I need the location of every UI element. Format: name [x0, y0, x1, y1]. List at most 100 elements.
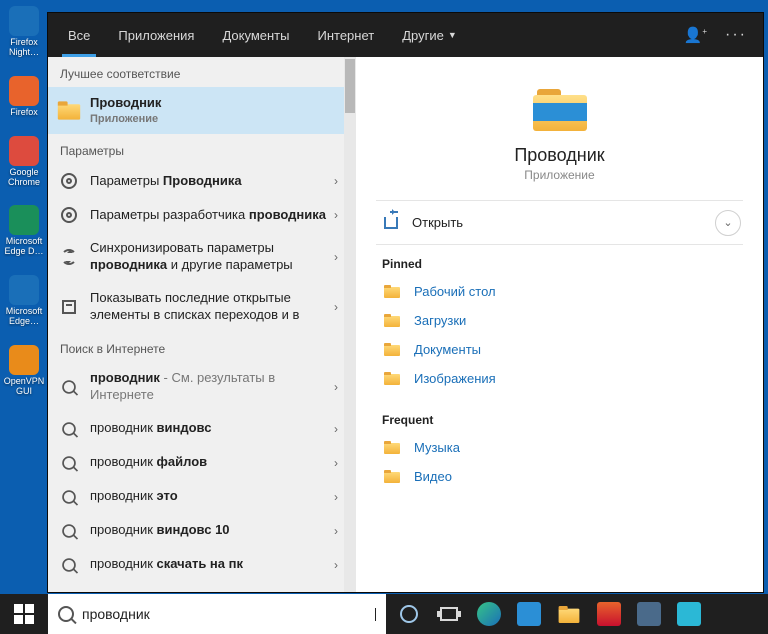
expand-button[interactable]: ⌄ [715, 210, 741, 236]
folder-link[interactable]: Рабочий стол [382, 277, 737, 306]
tab-label: Все [68, 28, 90, 43]
preview-title: Проводник [514, 145, 604, 166]
tab-label: Приложения [118, 28, 194, 43]
search-icon [60, 378, 78, 396]
taskbar-app-photos[interactable] [636, 601, 662, 627]
file-explorer-icon [533, 87, 587, 131]
desktop-icon[interactable]: Microsoft Edge… [2, 275, 46, 327]
more-icon[interactable]: ··· [725, 26, 747, 44]
section-settings: Параметры [48, 134, 356, 164]
chevron-right-icon: › [334, 300, 338, 314]
folder-icon [384, 343, 400, 356]
app-icon [9, 205, 39, 235]
result-web[interactable]: проводник скачать на пк› [48, 548, 356, 582]
folder-link[interactable]: Видео [382, 462, 737, 491]
result-title: проводник виндовс 10 [90, 522, 332, 539]
result-setting[interactable]: Показывать последние открытые элементы в… [48, 282, 356, 332]
results-list: Лучшее соответствие ПроводникПриложение … [48, 57, 356, 592]
search-tabs: Все Приложения Документы Интернет Другие▼ 👤+… [48, 13, 763, 57]
result-setting[interactable]: Синхронизировать параметры проводника и … [48, 232, 356, 282]
chevron-right-icon: › [334, 380, 338, 394]
cortana-icon[interactable] [396, 601, 422, 627]
chevron-right-icon: › [334, 208, 338, 222]
result-web[interactable]: проводник виндовс 10› [48, 514, 356, 548]
open-action[interactable]: Открыть ⌄ [382, 201, 737, 244]
frequent-heading: Frequent [382, 413, 737, 427]
file-explorer-icon [60, 102, 78, 120]
result-web[interactable]: проводник - См. результаты в Интернете› [48, 362, 356, 412]
folder-label: Документы [414, 342, 481, 357]
desktop-icon[interactable]: OpenVPN GUI [2, 345, 46, 397]
result-title: Синхронизировать параметры проводника и … [90, 240, 332, 274]
desktop-icon[interactable]: Firefox [2, 76, 46, 118]
chevron-right-icon: › [334, 558, 338, 572]
chevron-right-icon: › [334, 422, 338, 436]
search-panel: Все Приложения Документы Интернет Другие▼ 👤+… [47, 12, 764, 593]
search-icon [60, 420, 78, 438]
taskbar-search[interactable] [48, 594, 386, 634]
app-icon [9, 345, 39, 375]
search-input[interactable] [82, 606, 367, 622]
result-title: Проводник [90, 95, 161, 110]
search-icon [58, 606, 74, 622]
section-web: Поиск в Интернете [48, 332, 356, 362]
settings-icon [60, 248, 78, 266]
desktop-icon[interactable]: Microsoft Edge D… [2, 205, 46, 257]
folder-link[interactable]: Изображения [382, 364, 737, 393]
folder-label: Изображения [414, 371, 496, 386]
windows-logo-icon [14, 604, 34, 624]
result-setting[interactable]: Параметры Проводника› [48, 164, 356, 198]
search-icon [60, 488, 78, 506]
result-web[interactable]: проводник файлов› [48, 446, 356, 480]
result-web[interactable]: проводник виндовс› [48, 412, 356, 446]
desktop-icon-label: Microsoft Edge D… [2, 237, 46, 257]
start-button[interactable] [0, 594, 48, 634]
folder-link[interactable]: Загрузки [382, 306, 737, 335]
app-icon [9, 76, 39, 106]
folder-icon [384, 285, 400, 298]
settings-icon [60, 206, 78, 224]
taskbar-app-settings[interactable] [676, 601, 702, 627]
tab-label: Интернет [317, 28, 374, 43]
result-title: проводник - См. результаты в Интернете [90, 370, 332, 404]
folder-icon [384, 470, 400, 483]
desktop-icon[interactable]: Firefox Night… [2, 6, 46, 58]
taskbar-app-store[interactable] [516, 601, 542, 627]
taskbar-app-explorer[interactable] [556, 601, 582, 627]
result-web[interactable]: проводник это› [48, 480, 356, 514]
desktop-icon-label: Firefox [10, 108, 38, 118]
desktop-icon[interactable]: Google Chrome [2, 136, 46, 188]
taskbar [0, 594, 768, 634]
tab-документы[interactable]: Документы [208, 13, 303, 57]
tab-другие[interactable]: Другие▼ [388, 13, 471, 57]
desktop-icon-label: Google Chrome [2, 168, 46, 188]
search-icon [60, 522, 78, 540]
taskbar-app-edge[interactable] [476, 601, 502, 627]
result-best-match[interactable]: ПроводникПриложение [48, 87, 356, 134]
feedback-icon[interactable]: 👤+ [684, 26, 707, 44]
result-title: Параметры Проводника [90, 173, 332, 190]
taskbar-app-office[interactable] [596, 601, 622, 627]
result-title: проводник виндовс [90, 420, 332, 437]
folder-icon [384, 372, 400, 385]
chevron-right-icon: › [334, 524, 338, 538]
folder-link[interactable]: Музыка [382, 433, 737, 462]
result-title: проводник скачать на пк [90, 556, 332, 573]
open-icon [384, 217, 398, 229]
chevron-right-icon: › [334, 174, 338, 188]
search-icon [60, 556, 78, 574]
result-setting[interactable]: Параметры разработчика проводника› [48, 198, 356, 232]
tab-интернет[interactable]: Интернет [303, 13, 388, 57]
tab-приложения[interactable]: Приложения [104, 13, 208, 57]
app-icon [9, 6, 39, 36]
settings-icon [60, 172, 78, 190]
task-view-icon[interactable] [436, 601, 462, 627]
section-best-match: Лучшее соответствие [48, 57, 356, 87]
folder-link[interactable]: Документы [382, 335, 737, 364]
pinned-heading: Pinned [382, 257, 737, 271]
result-title: Показывать последние открытые элементы в… [90, 290, 332, 324]
folder-label: Загрузки [414, 313, 466, 328]
desktop-icon-label: Microsoft Edge… [2, 307, 46, 327]
tab-все[interactable]: Все [54, 13, 104, 57]
results-scrollbar[interactable] [344, 57, 356, 592]
